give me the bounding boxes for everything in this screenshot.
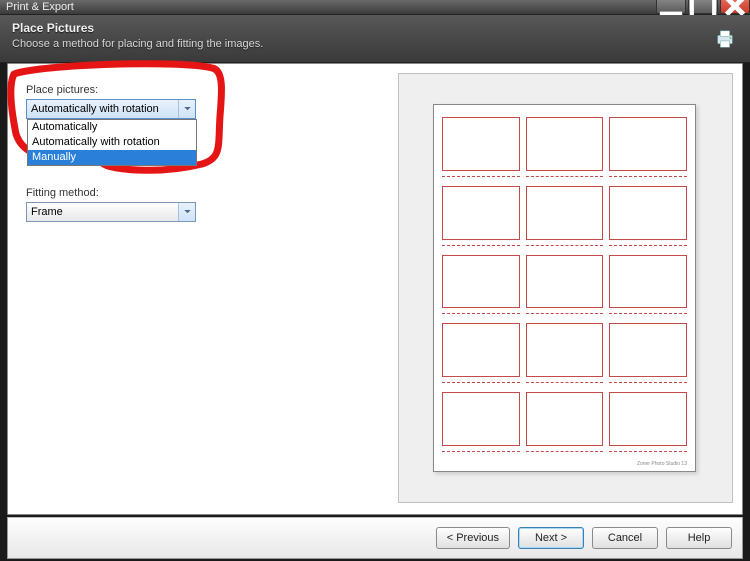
window-title: Print & Export — [6, 1, 74, 13]
place-pictures-label: Place pictures: — [26, 84, 370, 96]
maximize-button[interactable] — [688, 0, 718, 14]
preview-cell — [526, 323, 604, 383]
page-credit: Zoner Photo Studio 13 — [637, 461, 687, 467]
preview-cell — [609, 186, 687, 246]
preview-cell — [526, 117, 604, 177]
window-controls — [656, 0, 750, 14]
preview-cell — [442, 186, 520, 246]
fitting-method-label: Fitting method: — [26, 187, 370, 199]
preview-cell — [526, 255, 604, 315]
place-pictures-value: Automatically with rotation — [31, 103, 159, 115]
preview-cell — [609, 392, 687, 452]
preview-cell — [609, 255, 687, 315]
preview-cell — [442, 323, 520, 383]
preview-cell — [442, 117, 520, 177]
next-button[interactable]: Next > — [518, 527, 584, 549]
close-button[interactable] — [720, 0, 750, 14]
printer-icon — [714, 29, 736, 49]
help-button[interactable]: Help — [666, 527, 732, 549]
wizard-subtitle: Choose a method for placing and fitting … — [12, 38, 738, 50]
wizard-content: Place pictures: Automatically with rotat… — [7, 63, 743, 515]
preview-cell — [442, 255, 520, 315]
dropdown-option-automatically[interactable]: Automatically — [28, 120, 196, 135]
preview-cell — [526, 186, 604, 246]
place-pictures-options: Automatically Automatically with rotatio… — [27, 119, 197, 166]
options-pane: Place pictures: Automatically with rotat… — [8, 64, 388, 514]
fitting-method-value: Frame — [31, 206, 63, 218]
chevron-down-icon — [178, 100, 195, 118]
preview-cell — [609, 117, 687, 177]
wizard-title: Place Pictures — [12, 21, 738, 35]
preview-cell — [609, 323, 687, 383]
preview-cell — [442, 392, 520, 452]
fitting-method-dropdown[interactable]: Frame — [26, 202, 196, 222]
chevron-down-icon — [178, 203, 195, 221]
page-layout: Zoner Photo Studio 13 — [433, 104, 696, 472]
page-preview: Zoner Photo Studio 13 — [398, 73, 733, 503]
dropdown-option-automatically-rotation[interactable]: Automatically with rotation — [28, 135, 196, 150]
place-pictures-dropdown[interactable]: Automatically with rotation Automaticall… — [26, 99, 196, 119]
window-titlebar: Print & Export — [0, 0, 750, 15]
wizard-header: Place Pictures Choose a method for placi… — [0, 15, 750, 63]
minimize-button[interactable] — [656, 0, 686, 14]
wizard-footer: < Previous Next > Cancel Help — [7, 517, 743, 559]
cancel-button[interactable]: Cancel — [592, 527, 658, 549]
previous-button[interactable]: < Previous — [436, 527, 510, 549]
preview-cell — [526, 392, 604, 452]
dropdown-option-manually[interactable]: Manually — [28, 150, 196, 165]
